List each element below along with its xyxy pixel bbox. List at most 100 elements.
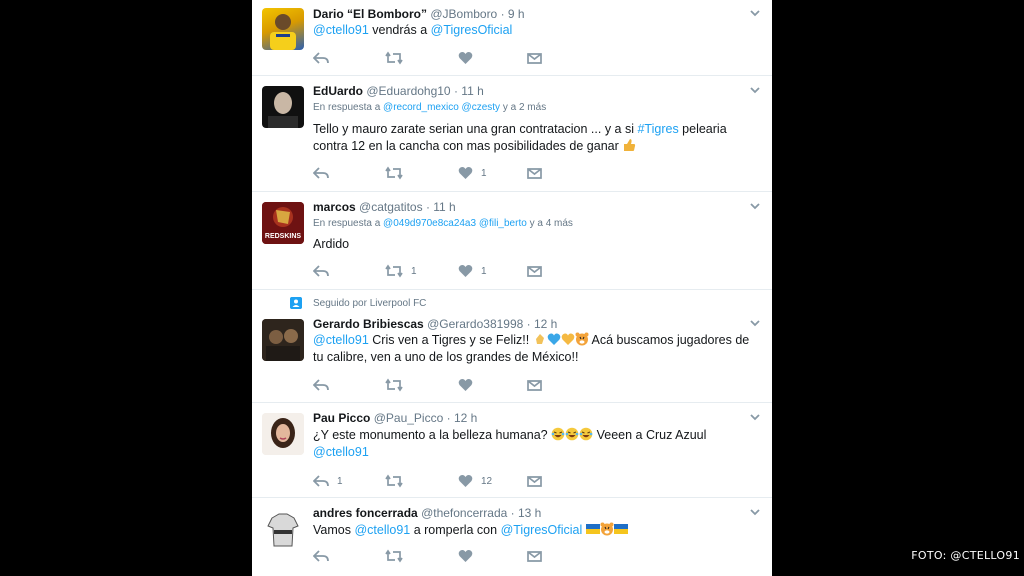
laughing-emoji-icon: [565, 427, 579, 441]
author-handle[interactable]: @Eduardohg10: [366, 84, 450, 98]
tweet-actions: [313, 51, 553, 65]
reply-button[interactable]: [313, 378, 329, 392]
caret-down-icon[interactable]: [748, 316, 762, 330]
dm-button[interactable]: [527, 166, 542, 180]
author-handle[interactable]: @JBomboro: [430, 7, 497, 21]
like-button[interactable]: [458, 378, 473, 392]
social-context[interactable]: Seguido por Liverpool FC: [313, 298, 426, 309]
tiger-emoji-icon: [600, 522, 614, 536]
author-name[interactable]: EdUardo: [313, 84, 363, 98]
hashtag-link[interactable]: #Tigres: [637, 122, 678, 136]
twitter-timeline: Dario “El Bomboro” @JBomboro · 9 h @ctel…: [252, 0, 772, 576]
retweet-button[interactable]: 1: [385, 264, 417, 278]
author-handle[interactable]: @Gerardo381998: [427, 317, 523, 331]
tweet-gerardo[interactable]: Seguido por Liverpool FC Gerardo Bribies…: [252, 290, 772, 403]
dm-button[interactable]: [527, 378, 542, 392]
avatar-image: [262, 319, 304, 361]
tweet-andres[interactable]: andres foncerrada @thefoncerrada · 13 h …: [252, 498, 772, 576]
reply-icon: [313, 550, 329, 562]
dm-button[interactable]: [527, 474, 542, 488]
follow-icon: [290, 297, 302, 309]
author-name[interactable]: marcos: [313, 200, 356, 214]
dm-button[interactable]: [527, 264, 542, 278]
dm-icon: [527, 53, 542, 64]
mention-link[interactable]: @TigresOficial: [431, 23, 513, 37]
like-count: 1: [481, 167, 487, 179]
retweet-button[interactable]: [385, 549, 403, 563]
tweet-text-segment: Tello y mauro zarate serian una gran con…: [313, 122, 638, 136]
blue-heart-emoji-icon: [547, 333, 561, 345]
tweet-pau[interactable]: Pau Picco @Pau_Picco · 12 h ¿Y este monu…: [252, 403, 772, 498]
like-icon: [458, 167, 473, 179]
author-handle[interactable]: @catgatitos: [359, 200, 423, 214]
tweet-time[interactable]: · 9 h: [501, 7, 525, 21]
reply-button[interactable]: [313, 264, 329, 278]
retweet-button[interactable]: [385, 474, 403, 488]
mention-link[interactable]: @ctello91: [313, 445, 369, 459]
like-count: 12: [481, 475, 493, 487]
laughing-emoji-icon: [551, 427, 565, 441]
caret-down-icon[interactable]: [748, 199, 762, 213]
retweet-icon: [385, 51, 403, 65]
mention-link[interactable]: @ctello91: [313, 23, 369, 37]
dm-button[interactable]: [527, 549, 542, 563]
author-handle[interactable]: @thefoncerrada: [421, 506, 507, 520]
author-handle[interactable]: @Pau_Picco: [374, 411, 444, 425]
mention-link[interactable]: @ctello91: [354, 523, 410, 537]
author-name[interactable]: andres foncerrada: [313, 506, 418, 520]
dm-button[interactable]: [527, 51, 542, 65]
tweet-time[interactable]: · 12 h: [447, 411, 478, 425]
reply-button[interactable]: [313, 166, 329, 180]
tweet-eduardo[interactable]: EdUardo @Eduardohg10 · 11 h En respuesta…: [252, 76, 772, 192]
like-icon: [458, 475, 473, 487]
retweet-button[interactable]: [385, 166, 403, 180]
like-button[interactable]: [458, 549, 473, 563]
caret-down-icon[interactable]: [748, 83, 762, 97]
avatar[interactable]: [262, 86, 304, 128]
reply-button[interactable]: 1: [313, 474, 343, 488]
reply-mentions[interactable]: @record_mexico @czesty: [383, 102, 500, 113]
author-name[interactable]: Gerardo Bribiescas: [313, 317, 424, 331]
avatar[interactable]: [262, 319, 304, 361]
avatar[interactable]: [262, 508, 304, 550]
caret-down-icon[interactable]: [748, 410, 762, 424]
dm-icon: [527, 266, 542, 277]
avatar[interactable]: REDSKINS: [262, 202, 304, 244]
tweet-time[interactable]: · 11 h: [426, 200, 456, 214]
reply-suffix[interactable]: y a 2 más: [503, 102, 546, 113]
reply-icon: [313, 265, 329, 277]
avatar[interactable]: [262, 8, 304, 50]
mention-link[interactable]: @ctello91: [313, 333, 369, 347]
tweet-header: Gerardo Bribiescas @Gerardo381998 · 12 h: [313, 317, 557, 331]
like-button[interactable]: [458, 51, 473, 65]
like-button[interactable]: 1: [458, 264, 487, 278]
reply-icon: [313, 167, 329, 179]
tweet-time[interactable]: · 11 h: [454, 84, 484, 98]
reply-mentions[interactable]: @049d970e8ca24a3 @fili_berto: [383, 218, 527, 229]
tweet-actions: 1 1: [313, 264, 553, 278]
caret-down-icon[interactable]: [748, 6, 762, 20]
retweet-button[interactable]: [385, 378, 403, 392]
retweet-button[interactable]: [385, 51, 403, 65]
caret-down-icon[interactable]: [748, 505, 762, 519]
tweet-text-segment: Vamos: [313, 523, 355, 537]
tweet-header: Dario “El Bomboro” @JBomboro · 9 h: [313, 7, 525, 21]
reply-button[interactable]: [313, 549, 329, 563]
tweet-time[interactable]: · 13 h: [511, 506, 542, 520]
reply-count: 1: [337, 475, 343, 487]
tweet-text: @ctello91 vendrás a @TigresOficial: [313, 22, 765, 39]
tweet-marcos[interactable]: REDSKINS marcos @catgatitos · 11 h En re…: [252, 192, 772, 290]
like-button[interactable]: 1: [458, 166, 487, 180]
reply-icon: [313, 379, 329, 391]
mention-link[interactable]: @TigresOficial: [501, 523, 583, 537]
tweet-time[interactable]: · 12 h: [527, 317, 558, 331]
author-name[interactable]: Pau Picco: [313, 411, 370, 425]
clap-emoji-icon: [535, 334, 544, 344]
like-button[interactable]: 12: [458, 474, 492, 488]
reply-suffix[interactable]: y a 4 más: [530, 218, 573, 229]
author-name[interactable]: Dario “El Bomboro”: [313, 7, 427, 21]
tweet-text-segment: vendrás a: [368, 23, 431, 37]
avatar[interactable]: [262, 413, 304, 455]
tweet-bomboro[interactable]: Dario “El Bomboro” @JBomboro · 9 h @ctel…: [252, 0, 772, 76]
reply-button[interactable]: [313, 51, 329, 65]
